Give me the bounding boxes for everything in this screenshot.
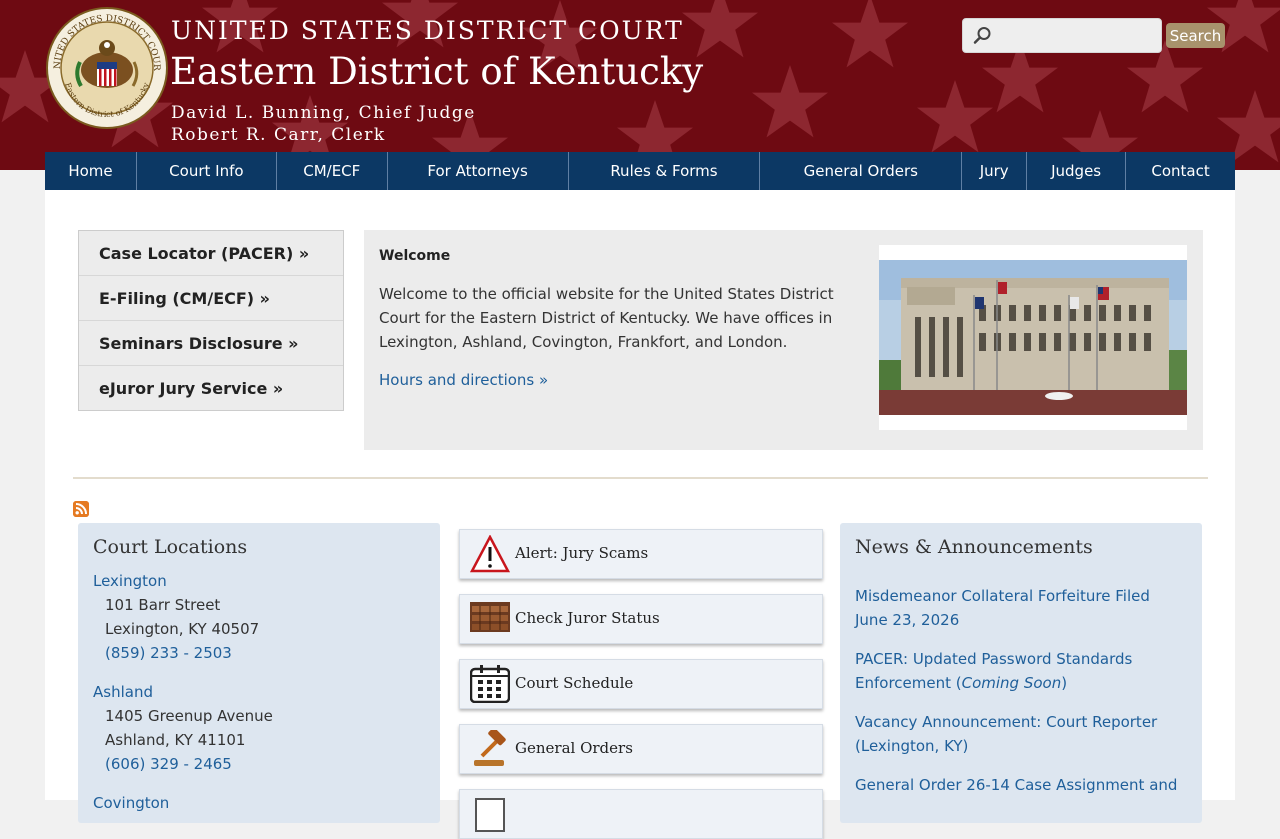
search-button[interactable]: Search [1166, 23, 1225, 48]
location-name-lexington[interactable]: Lexington [93, 572, 167, 590]
tile-label: Alert: Jury Scams [515, 544, 649, 562]
court-locations-panel: Court Locations Lexington 101 Barr Stree… [78, 523, 440, 823]
jury-box-icon [470, 602, 510, 632]
news-item[interactable]: PACER: Updated Password Standards Enforc… [855, 647, 1185, 695]
quick-links: Case Locator (PACER) » E-Filing (CM/ECF)… [78, 230, 344, 411]
tile-label: General Orders [515, 739, 633, 757]
tile-label: Court Schedule [515, 674, 634, 692]
welcome-title: Welcome [379, 248, 451, 264]
tile-more[interactable] [459, 789, 823, 839]
document-icon [475, 798, 505, 832]
news-panel: News & Announcements Misdemeanor Collate… [840, 523, 1202, 823]
location-phone[interactable]: (859) 233 - 2503 [105, 644, 232, 662]
news-title: News & Announcements [855, 536, 1093, 558]
quick-link-seminars[interactable]: Seminars Disclosure » [79, 321, 343, 366]
tile-check-juror-status[interactable]: Check Juror Status [459, 594, 823, 644]
site-header: UNITED STATES DISTRICT COURT Eastern Dis… [0, 0, 1280, 170]
nav-jury[interactable]: Jury [962, 152, 1028, 190]
location-phone[interactable]: (606) 329 - 2465 [105, 755, 232, 773]
chief-judge: David L. Bunning, Chief Judge [171, 103, 476, 123]
tile-general-orders[interactable]: General Orders [459, 724, 823, 774]
quick-link-ejuror[interactable]: eJuror Jury Service » [79, 366, 343, 410]
main-nav: Home Court Info CM/ECF For Attorneys Rul… [45, 152, 1235, 190]
location-city: Lexington, KY 40507 [105, 620, 260, 638]
nav-cmecf[interactable]: CM/ECF [277, 152, 388, 190]
court-name: UNITED STATES DISTRICT COURT [171, 16, 684, 45]
nav-rules-forms[interactable]: Rules & Forms [569, 152, 761, 190]
main-content: Case Locator (PACER) » E-Filing (CM/ECF)… [45, 190, 1235, 839]
location-name-covington[interactable]: Covington [93, 794, 169, 812]
news-item-emphasis: Coming Soon [961, 674, 1062, 692]
court-locations-title: Court Locations [93, 536, 248, 558]
news-item[interactable]: Vacancy Announcement: Court Reporter (Le… [855, 710, 1185, 758]
news-item[interactable]: General Order 26-14 Case Assignment and [855, 773, 1185, 797]
courthouse-photo [879, 245, 1187, 430]
clerk-name: Robert R. Carr, Clerk [171, 125, 386, 145]
magnifier-icon [973, 27, 991, 44]
search-input[interactable] [999, 24, 1153, 48]
nav-judges[interactable]: Judges [1027, 152, 1127, 190]
gavel-icon [474, 730, 506, 766]
rss-icon[interactable] [73, 501, 89, 517]
nav-for-attorneys[interactable]: For Attorneys [388, 152, 569, 190]
welcome-box: Welcome Welcome to the official website … [364, 230, 1203, 450]
hours-directions-link[interactable]: Hours and directions » [379, 371, 548, 389]
location-city: Ashland, KY 41101 [105, 731, 246, 749]
warning-icon [470, 535, 510, 573]
court-seal-icon: UNITED STATES DISTRICT COURT Eastern Dis… [46, 4, 168, 129]
quick-link-e-filing[interactable]: E-Filing (CM/ECF) » [79, 276, 343, 321]
location-street: 1405 Greenup Avenue [105, 707, 273, 725]
tile-court-schedule[interactable]: Court Schedule [459, 659, 823, 709]
welcome-text: Welcome to the official website for the … [379, 285, 834, 351]
district-name[interactable]: Eastern District of Kentucky [170, 50, 703, 93]
search-box[interactable] [962, 18, 1162, 53]
news-item[interactable]: Misdemeanor Collateral Forfeiture Filed … [855, 584, 1185, 632]
nav-court-info[interactable]: Court Info [137, 152, 277, 190]
nav-general-orders[interactable]: General Orders [760, 152, 963, 190]
nav-contact[interactable]: Contact [1126, 152, 1235, 190]
calendar-icon [470, 665, 510, 703]
news-item-text: ) [1061, 674, 1068, 692]
quick-link-case-locator[interactable]: Case Locator (PACER) » [79, 231, 343, 276]
tile-jury-scams[interactable]: Alert: Jury Scams [459, 529, 823, 579]
location-name-ashland[interactable]: Ashland [93, 683, 153, 701]
tile-label: Check Juror Status [515, 609, 660, 627]
courthouse-image [879, 260, 1187, 415]
section-divider [73, 477, 1208, 479]
nav-home[interactable]: Home [45, 152, 137, 190]
location-street: 101 Barr Street [105, 596, 221, 614]
